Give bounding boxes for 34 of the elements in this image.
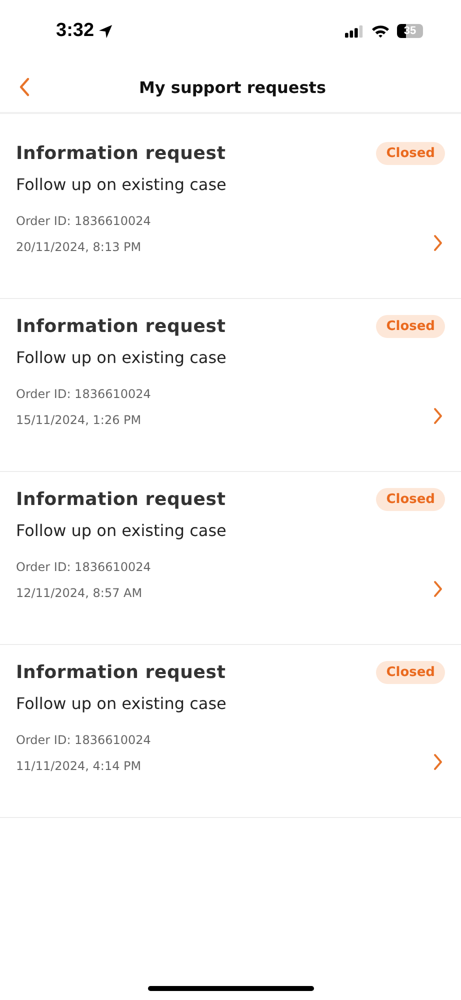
order-id: Order ID: 1836610024 xyxy=(16,214,151,228)
request-subject: Follow up on existing case xyxy=(16,348,228,367)
request-item[interactable]: Information request Closed Follow up on existing case Order ID: 1836610024 20/11/2024, 8:13 PM xyxy=(0,128,461,299)
request-subject: Follow up on existing case xyxy=(16,175,228,194)
signal-icon xyxy=(345,24,364,38)
chevron-right-icon xyxy=(433,753,443,771)
status-badge: Closed xyxy=(376,661,445,684)
chevron-right-icon xyxy=(433,407,443,425)
chevron-right-icon xyxy=(433,580,443,598)
request-subject: Follow up on existing case xyxy=(16,694,228,713)
request-title: Information request xyxy=(16,662,226,683)
status-badge: Closed xyxy=(376,315,445,338)
location-arrow-icon xyxy=(98,24,114,38)
status-badge: Closed xyxy=(376,488,445,511)
order-id: Order ID: 1836610024 xyxy=(16,387,151,401)
order-id: Order ID: 1836610024 xyxy=(16,733,151,747)
request-date: 12/11/2024, 8:57 AM xyxy=(16,586,144,600)
chevron-right-icon xyxy=(433,234,443,252)
wifi-icon xyxy=(371,24,390,38)
request-item[interactable]: Information request Closed Follow up on existing case Order ID: 1836610024 11/11/2024, 4:14 PM xyxy=(0,645,461,818)
request-item[interactable]: Information request Closed Follow up on existing case Order ID: 1836610024 12/11/2024, 8:57 AM xyxy=(0,472,461,645)
order-id: Order ID: 1836610024 xyxy=(16,560,151,574)
request-date: 20/11/2024, 8:13 PM xyxy=(16,240,142,254)
request-item[interactable]: Information request Closed Follow up on existing case Order ID: 1836610024 15/11/2024, 1:26 PM xyxy=(0,299,461,472)
page-title: My support requests xyxy=(138,78,327,96)
status-badge: Closed xyxy=(376,142,445,165)
request-date: 11/11/2024, 4:14 PM xyxy=(16,759,142,773)
request-date: 15/11/2024, 1:26 PM xyxy=(16,413,142,427)
status-time: 3:32 xyxy=(56,20,94,42)
request-title: Information request xyxy=(16,489,226,510)
request-title: Information request xyxy=(16,143,226,164)
request-subject: Follow up on existing case xyxy=(16,521,228,540)
back-button[interactable] xyxy=(18,77,30,97)
request-title: Information request xyxy=(16,316,226,337)
